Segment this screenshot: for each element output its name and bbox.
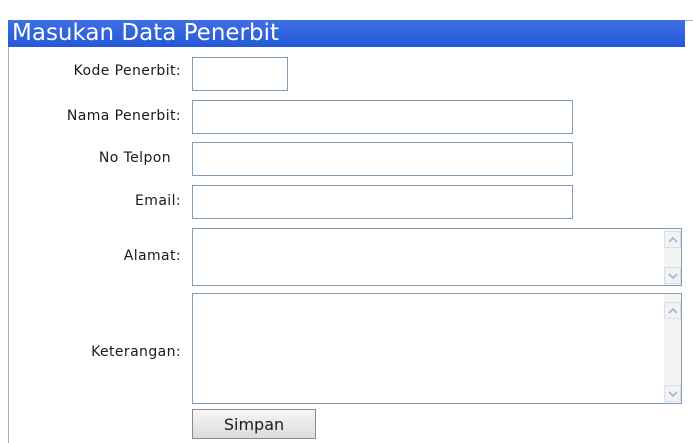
scroll-down-button[interactable]: [664, 385, 681, 402]
no-telpon-input[interactable]: [192, 142, 573, 176]
kode-penerbit-label: Kode Penerbit:: [73, 63, 181, 79]
chevron-up-icon: [668, 307, 678, 314]
scroll-down-button[interactable]: [664, 267, 681, 284]
nama-penerbit-input[interactable]: [192, 100, 573, 134]
keterangan-label: Keterangan:: [91, 344, 181, 360]
scroll-up-button[interactable]: [664, 302, 681, 319]
keterangan-scrollbar[interactable]: [664, 294, 681, 403]
nama-penerbit-label: Nama Penerbit:: [66, 108, 181, 124]
chevron-down-icon: [668, 273, 678, 280]
no-telpon-label: No Telpon: [98, 150, 171, 166]
email-label: Email:: [135, 193, 181, 209]
simpan-button[interactable]: Simpan: [192, 409, 316, 439]
chevron-up-icon: [668, 236, 678, 243]
email-input[interactable]: [192, 185, 573, 219]
form-title: Masukan Data Penerbit: [8, 20, 685, 47]
kode-penerbit-input[interactable]: [192, 57, 288, 91]
keterangan-textarea[interactable]: [192, 293, 682, 404]
alamat-scrollbar[interactable]: [664, 229, 681, 285]
alamat-textarea[interactable]: [192, 228, 682, 286]
scroll-up-button[interactable]: [664, 231, 681, 248]
chevron-down-icon: [668, 391, 678, 398]
alamat-label: Alamat:: [123, 248, 181, 264]
